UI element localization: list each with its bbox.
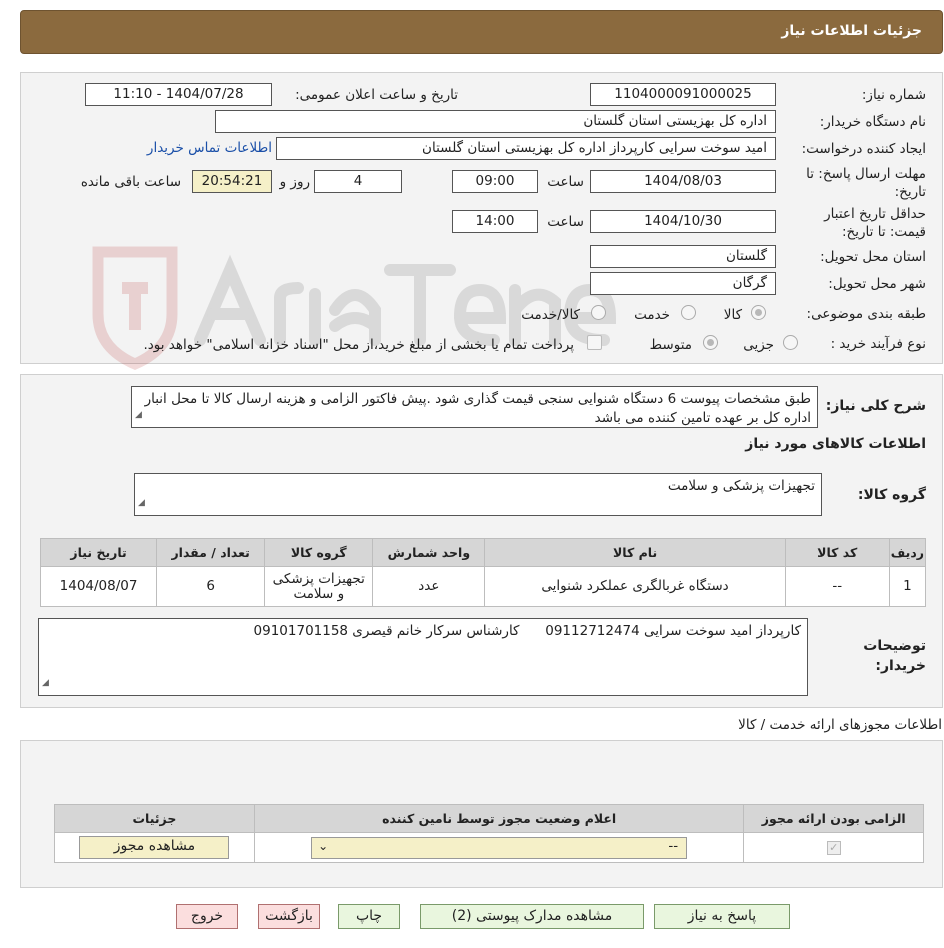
table-row: ✓ -- ⌄ مشاهده مجوز	[54, 832, 924, 863]
goods-group-textarea: تجهیزات پزشکی و سلامت ◢	[134, 473, 822, 516]
resize-grip-icon: ◢	[138, 498, 145, 508]
resize-grip-icon: ◢	[135, 410, 142, 420]
remaining-time-label: ساعت باقی مانده	[80, 174, 181, 190]
buyer-notes-label-line2: خریدار:	[875, 658, 926, 674]
page-header: جزئیات اطلاعات نیاز	[20, 10, 943, 54]
province-field: گلستان	[590, 245, 776, 268]
permits-table-header: الزامی بودن ارائه مجوز اعلام وضعیت مجوز …	[54, 804, 924, 833]
description-textarea: طبق مشخصات پیوست 6 دستگاه شنوایی سنجی قی…	[131, 386, 818, 428]
cell-goods-code: --	[784, 566, 890, 607]
province-label: استان محل تحویل:	[820, 249, 926, 265]
col-quantity: تعداد / مقدار	[156, 538, 266, 567]
cell-permit-required: ✓	[743, 832, 924, 863]
cell-need-date: 1404/08/07	[39, 566, 158, 607]
process-option-medium: متوسط	[649, 337, 692, 353]
validity-label-line1: حداقل تاریخ اعتبار	[824, 206, 926, 222]
goods-group-text: تجهیزات پزشکی و سلامت	[667, 478, 815, 494]
resize-grip-icon: ◢	[42, 678, 49, 688]
description-label: شرح کلی نیاز:	[825, 398, 926, 414]
need-number-label: شماره نیاز:	[861, 87, 926, 103]
col-permit-required: الزامی بودن ارائه مجوز	[743, 804, 924, 833]
cell-goods-group: تجهیزات پزشکی و سلامت	[264, 566, 374, 607]
goods-group-label: گروه کالا:	[857, 487, 926, 503]
col-goods-code: کد کالا	[784, 538, 890, 567]
announce-label: تاریخ و ساعت اعلان عمومی:	[295, 87, 458, 103]
treasury-checkbox[interactable]	[587, 335, 602, 350]
cell-permit-details: مشاهده مجوز	[54, 832, 255, 863]
col-goods-group: گروه کالا	[264, 538, 374, 567]
back-button[interactable]: بازگشت	[258, 904, 320, 929]
validity-label-line2: قیمت: تا تاریخ:	[842, 224, 926, 240]
print-button[interactable]: چاپ	[338, 904, 400, 929]
process-option-minor: جزیی	[743, 337, 774, 353]
col-permit-details: جزئیات	[54, 804, 255, 833]
required-checkbox-icon: ✓	[826, 841, 841, 855]
description-text: طبق مشخصات پیوست 6 دستگاه شنوایی سنجی قی…	[144, 391, 811, 426]
col-need-date: تاریخ نیاز	[39, 538, 158, 567]
process-radio-medium[interactable]	[703, 335, 718, 350]
buyer-contact-link[interactable]: اطلاعات تماس خریدار	[147, 140, 272, 156]
process-label: نوع فرآیند خرید :	[830, 336, 926, 352]
cell-goods-name: دستگاه غربالگری عملکرد شنوایی	[484, 566, 786, 607]
category-option-service: خدمت	[634, 307, 670, 323]
process-radio-minor[interactable]	[783, 335, 798, 350]
category-radio-service[interactable]	[681, 305, 696, 320]
col-goods-name: نام کالا	[484, 538, 786, 567]
buyer-notes-text: کارپرداز امید سوخت سرایی 09112712474 کار…	[253, 623, 801, 639]
cell-unit: عدد	[372, 566, 486, 607]
reply-button[interactable]: پاسخ به نیاز	[654, 904, 790, 929]
category-option-goods: کالا	[723, 307, 742, 323]
table-row: 1 -- دستگاه غربالگری عملکرد شنوایی عدد ت…	[39, 566, 927, 607]
buyer-field: اداره کل بهزیستی استان گلستان	[215, 110, 776, 133]
need-number-field: 1104000091000025	[590, 83, 776, 106]
chevron-down-icon: ⌄	[318, 838, 329, 853]
days-remaining-field: 4	[314, 170, 402, 193]
goods-table: ردیف کد کالا نام کالا واحد شمارش گروه کا…	[39, 538, 927, 607]
category-label: طبقه بندی موضوعی:	[806, 306, 926, 322]
cell-quantity: 6	[156, 566, 266, 607]
permits-title: اطلاعات مجوزهای ارائه خدمت / کالا	[738, 717, 942, 733]
cell-row-number: 1	[888, 566, 927, 607]
col-row-number: ردیف	[888, 538, 927, 567]
category-option-goods-service: کالا/خدمت	[521, 307, 580, 323]
buyer-notes-label-line1: توضیحات	[863, 638, 926, 654]
validity-time-field: 14:00	[452, 210, 538, 233]
remaining-time-field: 20:54:21	[192, 170, 272, 193]
deadline-time-field: 09:00	[452, 170, 538, 193]
buyer-label: نام دستگاه خریدار:	[819, 114, 926, 130]
col-unit: واحد شمارش	[372, 538, 486, 567]
deadline-date-field: 1404/08/03	[590, 170, 776, 193]
permit-status-select[interactable]: -- ⌄	[311, 836, 688, 859]
days-label: روز و	[279, 174, 310, 190]
city-field: گرگان	[590, 272, 776, 295]
category-radio-goods[interactable]	[751, 305, 766, 320]
view-attachments-button[interactable]: مشاهده مدارک پیوستی (2)	[420, 904, 644, 929]
validity-time-label: ساعت	[547, 214, 584, 230]
treasury-note: پرداخت تمام یا بخشی از مبلغ خرید،از محل …	[143, 337, 574, 353]
permit-status-value: --	[668, 837, 679, 854]
buyer-notes-textarea: کارپرداز امید سوخت سرایی 09112712474 کار…	[38, 618, 808, 696]
creator-label: ایجاد کننده درخواست:	[801, 141, 926, 157]
col-permit-status: اعلام وضعیت مجوز توسط نامین کننده	[253, 804, 745, 833]
deadline-time-label: ساعت	[547, 174, 584, 190]
goods-table-header: ردیف کد کالا نام کالا واحد شمارش گروه کا…	[39, 538, 927, 567]
deadline-label-line1: مهلت ارسال پاسخ: تا	[806, 166, 926, 182]
view-permit-button[interactable]: مشاهده مجوز	[79, 836, 230, 859]
exit-button[interactable]: خروج	[176, 904, 238, 929]
validity-date-field: 1404/10/30	[590, 210, 776, 233]
goods-info-title: اطلاعات کالاهای مورد نیاز	[745, 436, 926, 452]
creator-field: امید سوخت سرایی کارپرداز اداره کل بهزیست…	[276, 137, 776, 160]
category-radio-goods-service[interactable]	[591, 305, 606, 320]
permits-table: الزامی بودن ارائه مجوز اعلام وضعیت مجوز …	[54, 804, 924, 863]
page-title: جزئیات اطلاعات نیاز	[781, 23, 922, 39]
cell-permit-status: -- ⌄	[253, 832, 745, 863]
city-label: شهر محل تحویل:	[828, 276, 926, 292]
announce-field: 1404/07/28 - 11:10	[85, 83, 272, 106]
deadline-label-line2: تاریخ:	[894, 184, 926, 200]
